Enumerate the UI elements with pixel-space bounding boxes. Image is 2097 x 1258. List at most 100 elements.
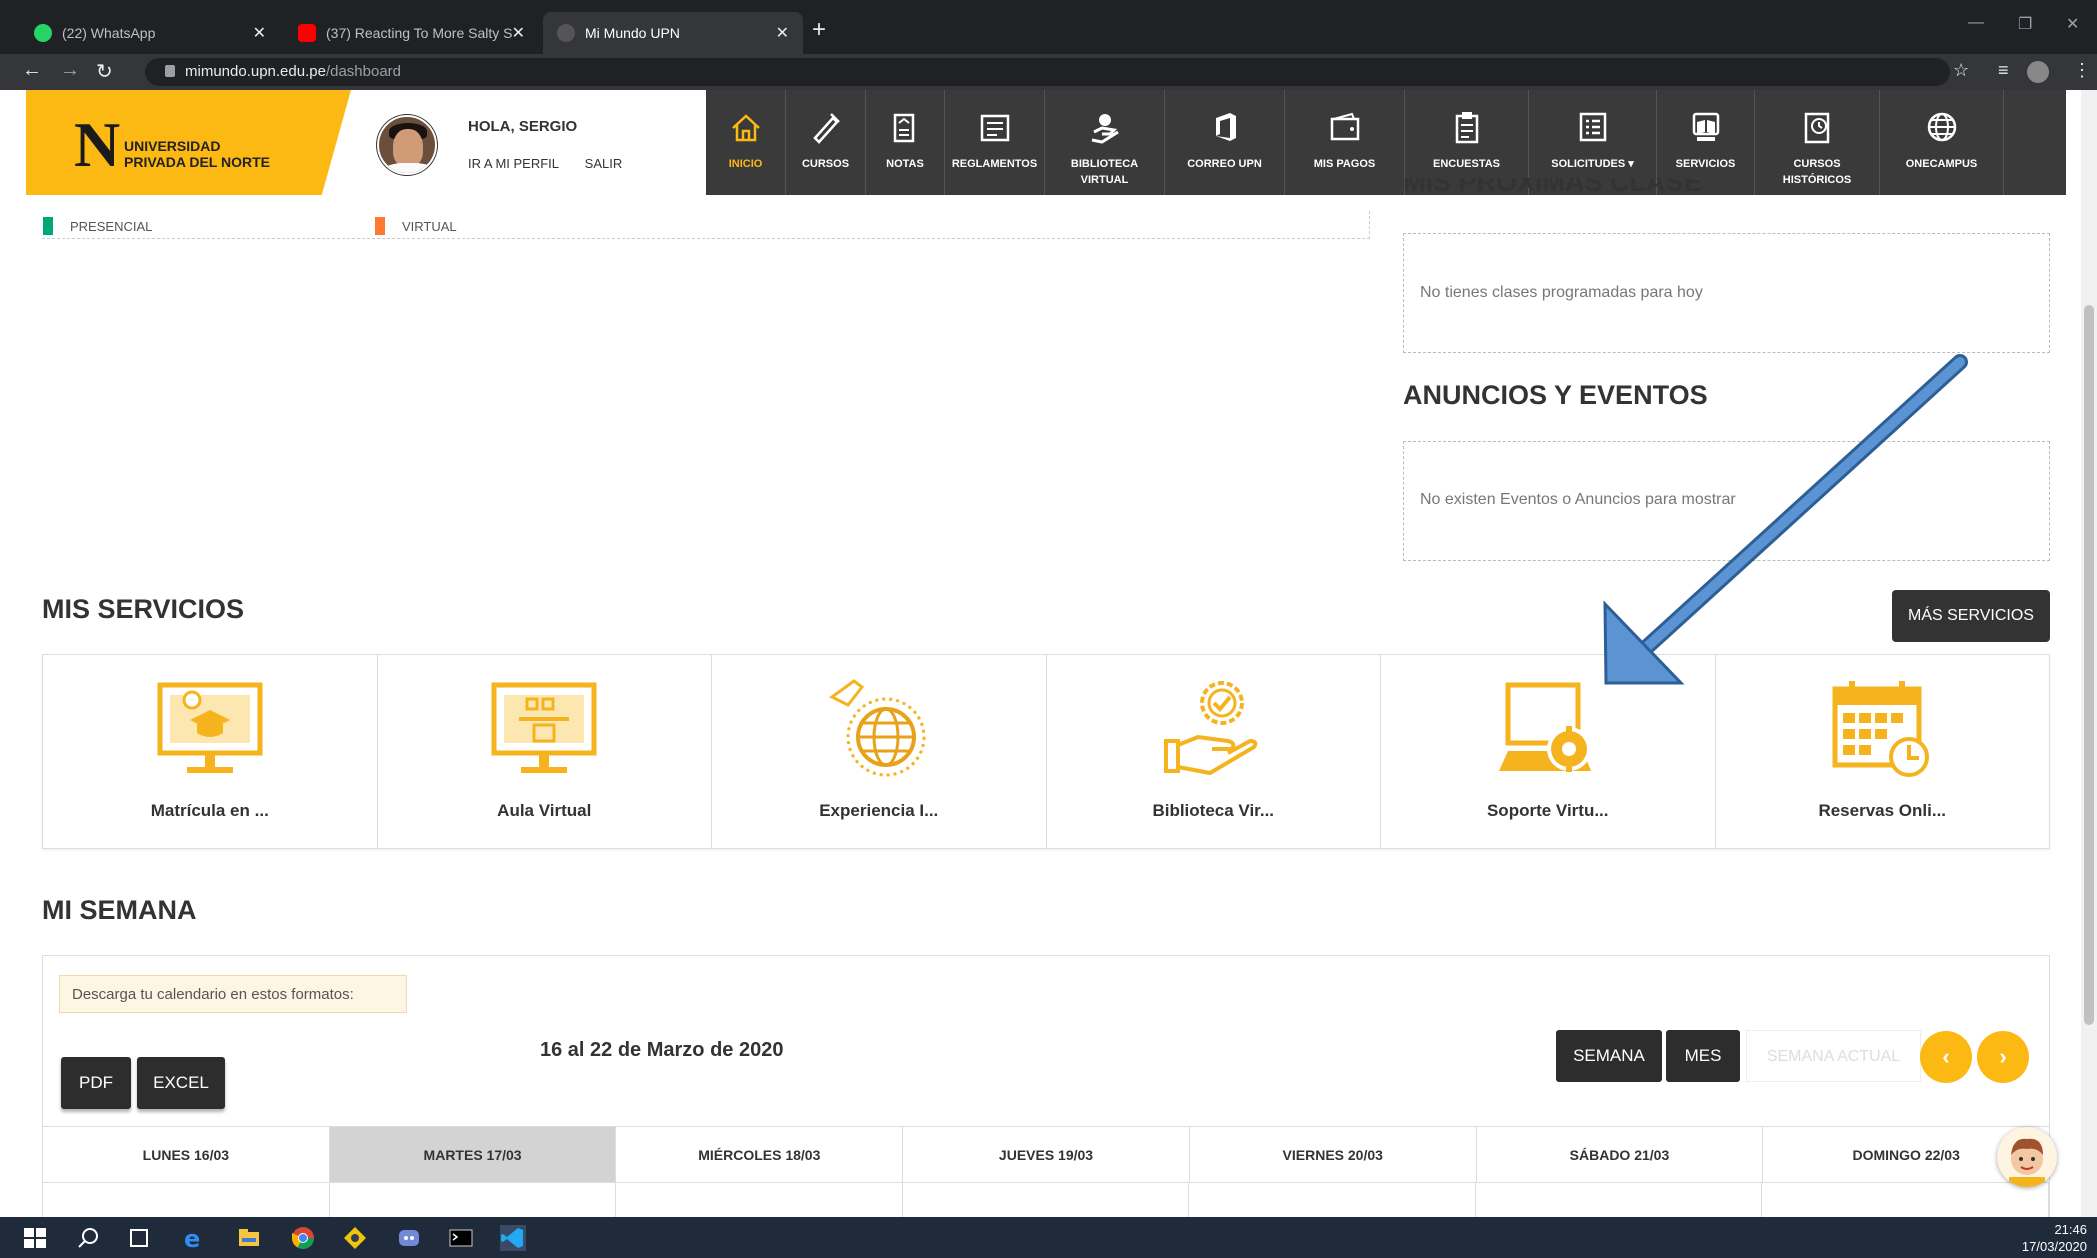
profile-links: IR A MI PERFIL SALIR [468,156,644,171]
services-title: MIS SERVICIOS [42,594,245,624]
upn-icon [557,24,575,42]
hand-badge-icon [1164,681,1258,776]
profile-link[interactable]: IR A MI PERFIL [468,156,559,171]
edge-icon[interactable]: e [182,1225,208,1251]
restore-icon[interactable]: ❐ [2018,14,2032,34]
calendar-clock-icon [1832,681,1930,777]
greeting: HOLA, SERGIO [468,118,578,135]
current-week-button[interactable]: SEMANA ACTUAL [1746,1030,1921,1082]
nav-label-line2: HISTÓRICOS [1782,174,1852,186]
task-view-icon[interactable] [126,1225,152,1251]
chrome-icon[interactable] [290,1225,316,1251]
window-close-icon[interactable]: ✕ [2066,14,2079,34]
nav-item-11[interactable]: ONECAMPUS [1880,90,2004,195]
nav-label: BIBLIOTECA [1070,158,1139,170]
weekday-header-row: LUNES 16/03 MARTES 17/03 MIÉRCOLES 18/03 JU… [43,1126,2049,1183]
nav-item-4[interactable]: BIBLIOTECA VIRTUAL [1045,90,1165,195]
service-card-virtual-library[interactable]: Biblioteca Vir... [1047,655,1381,848]
main-nav: INICIO CURSOS NOTAS REGLAMENTOS BIBLIOTECA VI… [706,90,2066,195]
browser-tab-mimundo[interactable]: Mi Mundo UPN ✕ [543,12,803,54]
discord-icon[interactable] [396,1225,422,1251]
nav-label: CORREO UPN [1187,158,1262,170]
upn-logo[interactable]: N UNIVERSIDAD PRIVADA DEL NORTE [26,90,351,195]
virtual-classroom-icon [491,682,597,773]
history-icon [1804,112,1830,144]
browser-menu-icon[interactable]: ⋮ [2073,60,2091,81]
nav-item-6[interactable]: MIS PAGOS [1285,90,1405,195]
clock-date: 17/03/2020 [2021,1239,2087,1254]
week-range: 16 al 22 de Marzo de 2020 [540,1039,784,1061]
grades-icon [893,113,915,143]
virtual-swatch [375,217,385,235]
logo-mark: N [74,109,121,180]
weekday-header: VIERNES 20/03 [1190,1127,1477,1182]
git-kraken-icon[interactable] [342,1225,368,1251]
events-box: No existen Eventos o Anuncios para mostr… [1403,441,2050,561]
url-path: /dashboard [325,63,401,80]
file-explorer-icon[interactable] [236,1225,262,1251]
bookmark-star-icon[interactable]: ☆ [1953,60,1969,81]
system-clock[interactable]: 21:46 17/03/2020 [2022,1221,2087,1255]
wallet-icon [1330,112,1359,141]
month-view-button[interactable]: MES [1666,1030,1740,1082]
clock-time: 21:46 [2054,1222,2087,1237]
reload-icon[interactable]: ↻ [96,59,113,84]
nav-item-2[interactable]: NOTAS [866,90,945,195]
close-icon[interactable]: ✕ [253,23,266,43]
vscode-icon[interactable] [500,1225,526,1251]
next-week-button[interactable]: › [1977,1031,2029,1083]
presencial-swatch [43,217,53,235]
virtual-label: VIRTUAL [402,219,457,234]
url-field[interactable]: mimundo.upn.edu.pe/dashboard [145,58,1950,86]
service-card-virtual-support[interactable]: Soporte Virtu... [1381,655,1716,848]
nav-item-1[interactable]: CURSOS [786,90,866,195]
service-card-enrollment[interactable]: Matrícula en ... [43,655,378,848]
class-legend: PRESENCIAL VIRTUAL [42,211,1370,239]
whatsapp-icon [34,24,52,42]
service-card-international-experience[interactable]: Experiencia I... [712,655,1047,848]
service-card-online-reservations[interactable]: Reservas Onli... [1716,655,2050,848]
weekday-header: SÁBADO 21/03 [1477,1127,1764,1182]
nav-item-5[interactable]: CORREO UPN [1165,90,1285,195]
logout-link[interactable]: SALIR [585,156,623,171]
page-scrollbar[interactable] [2081,90,2097,1217]
browser-tab-whatsapp[interactable]: (22) WhatsApp ✕ [20,12,280,54]
services-grid: Matrícula en ... Aula Virtual Experienci… [42,654,2050,849]
windows-start-icon[interactable] [22,1225,48,1251]
browser-tab-youtube[interactable]: (37) Reacting To More Salty Smas ✕ [284,12,539,54]
chatbot-avatar-button[interactable] [1997,1127,2057,1187]
profile-avatar-icon[interactable] [2027,61,2049,83]
terminal-icon[interactable] [448,1225,474,1251]
nav-label: SERVICIOS [1675,158,1736,170]
previous-week-button[interactable]: ‹ [1920,1031,1972,1083]
service-label: Matrícula en ... [150,801,269,820]
nav-label: INICIO [728,158,763,170]
user-avatar[interactable] [377,115,437,175]
search-icon[interactable] [76,1225,102,1251]
new-tab-button[interactable]: + [812,16,826,44]
back-icon[interactable]: ← [22,59,42,82]
pdf-button[interactable]: PDF [61,1057,131,1109]
service-label: Reservas Onli... [1818,801,1947,820]
nav-item-10[interactable]: CURSOS HISTÓRICOS [1755,90,1880,195]
logo-line-1: UNIVERSIDAD [124,138,221,154]
excel-button[interactable]: EXCEL [137,1057,225,1109]
service-card-virtual-classroom[interactable]: Aula Virtual [378,655,712,848]
document-icon [980,114,1009,142]
forward-icon[interactable]: → [60,59,80,82]
globe-plane-icon [828,679,926,777]
nav-item-0[interactable]: INICIO [706,90,786,195]
media-queue-icon[interactable]: ≡ [1998,60,2009,81]
scrollbar-thumb[interactable] [2084,305,2094,1025]
close-icon[interactable]: ✕ [512,23,525,43]
nav-item-3[interactable]: REGLAMENTOS [945,90,1045,195]
weekday-header: LUNES 16/03 [43,1127,330,1182]
enrollment-icon [157,682,263,773]
more-services-button[interactable]: MÁS SERVICIOS [1892,590,2050,642]
service-label: Aula Virtual [497,801,592,820]
nav-label: ONECAMPUS [1905,158,1978,170]
close-icon[interactable]: ✕ [776,23,789,43]
next-classes-box: No tienes clases programadas para hoy [1403,233,2050,353]
week-view-button[interactable]: SEMANA [1556,1030,1662,1082]
minimize-icon[interactable]: — [1968,14,1984,32]
